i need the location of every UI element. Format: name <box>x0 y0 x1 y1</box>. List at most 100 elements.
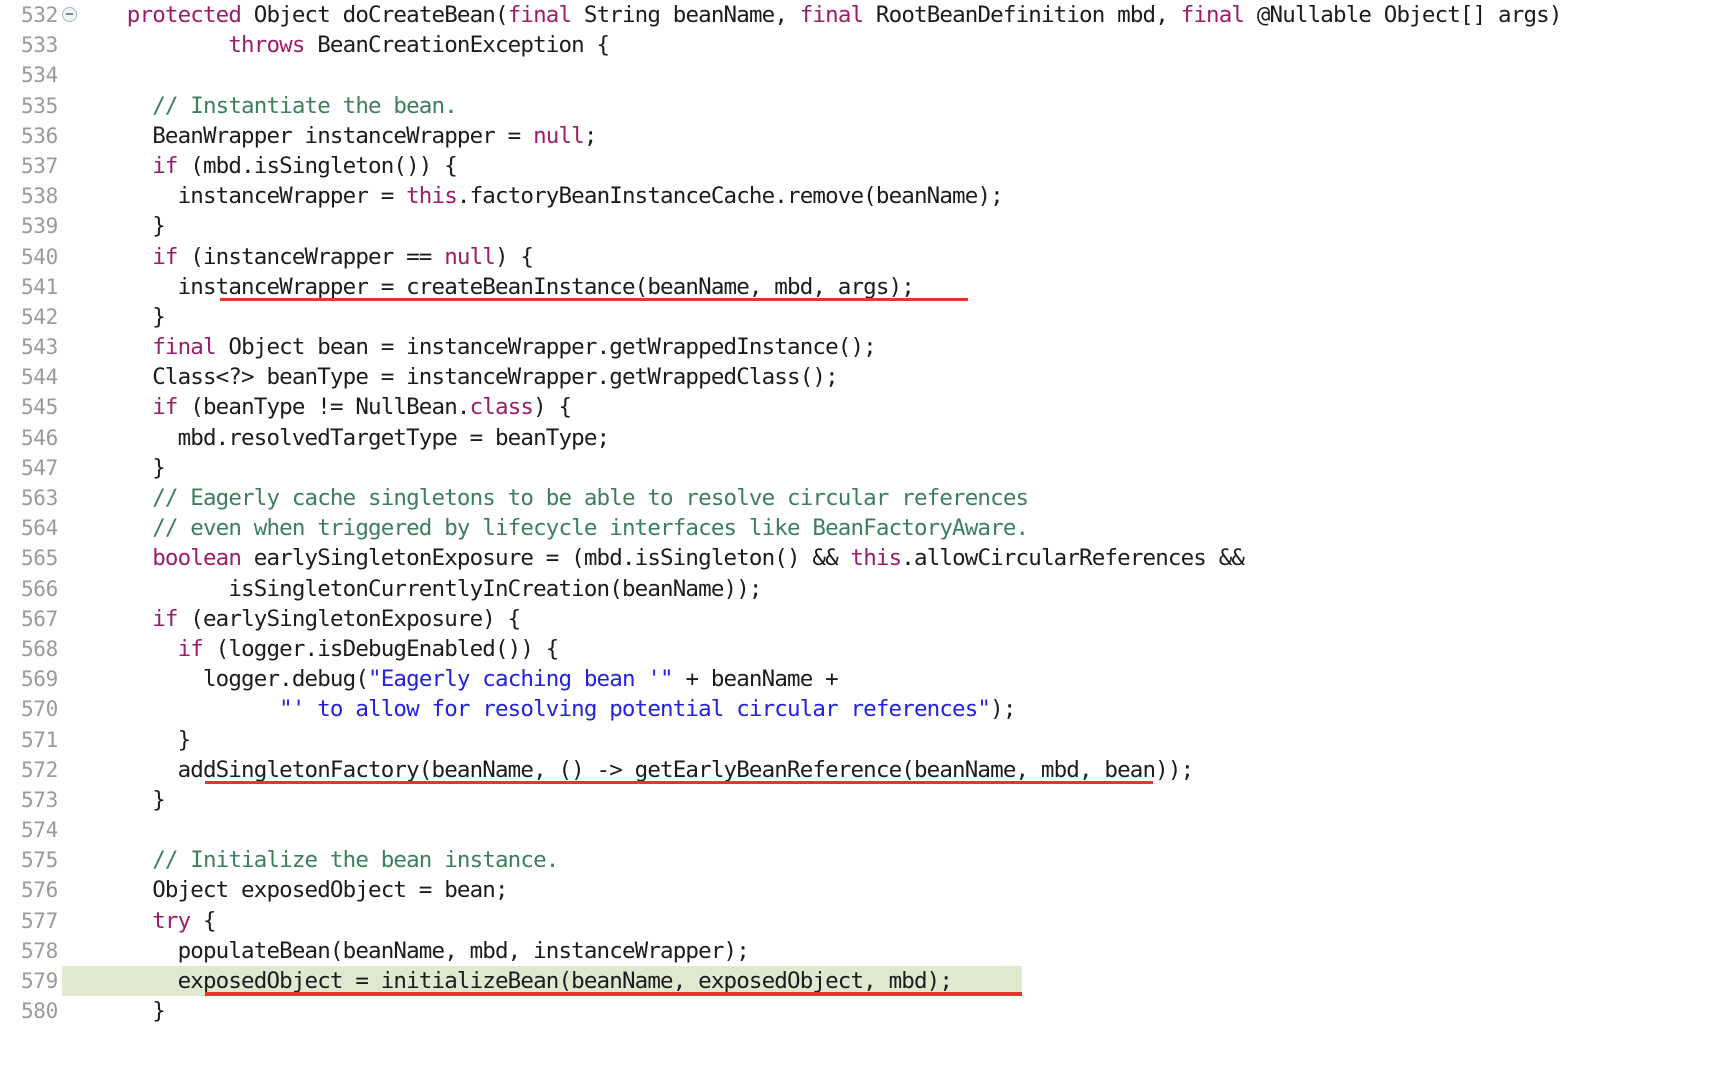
line-number: 569 <box>20 667 58 692</box>
code-text[interactable]: } <box>76 302 1712 332</box>
code-line[interactable]: 545 if (beanType != NullBean.class) { <box>0 392 1712 422</box>
code-line[interactable]: 532 protected Object doCreateBean(final … <box>0 0 1712 30</box>
code-text[interactable]: } <box>76 996 1712 1026</box>
token-cm: // Instantiate the bean. <box>152 92 458 119</box>
code-line[interactable]: 574 <box>0 815 1712 845</box>
code-text[interactable]: if (earlySingletonExposure) { <box>76 604 1712 634</box>
code-line[interactable]: 544 Class<?> beanType = instanceWrapper.… <box>0 362 1712 392</box>
line-number: 577 <box>20 908 58 933</box>
code-tokens: "' to allow for resolving potential circ… <box>76 696 1016 722</box>
code-line[interactable]: 576 Object exposedObject = bean; <box>0 875 1712 905</box>
code-line[interactable]: 539 } <box>0 211 1712 241</box>
code-line[interactable]: 540 if (instanceWrapper == null) { <box>0 242 1712 272</box>
token-pln: ) { <box>495 243 534 270</box>
code-line[interactable]: 563 // Eagerly cache singletons to be ab… <box>0 483 1712 513</box>
code-line[interactable]: 566 isSingletonCurrentlyInCreation(beanN… <box>0 574 1712 604</box>
code-lines-container: 532 protected Object doCreateBean(final … <box>0 0 1712 1026</box>
code-text[interactable]: logger.debug("Eagerly caching bean '" + … <box>76 664 1712 694</box>
code-line[interactable]: 570 "' to allow for resolving potential … <box>0 694 1712 724</box>
code-line[interactable]: 538 instanceWrapper = this.factoryBeanIn… <box>0 181 1712 211</box>
code-text[interactable]: Object exposedObject = bean; <box>76 875 1712 905</box>
code-line[interactable]: 577 try { <box>0 906 1712 936</box>
code-text[interactable]: } <box>76 211 1712 241</box>
code-text[interactable]: populateBean(beanName, mbd, instanceWrap… <box>76 936 1712 966</box>
code-line[interactable]: 565 boolean earlySingletonExposure = (mb… <box>0 543 1712 573</box>
code-line[interactable]: 542 } <box>0 302 1712 332</box>
code-text[interactable]: exposedObject = initializeBean(beanName,… <box>76 966 1712 996</box>
code-line[interactable]: 564 // even when triggered by lifecycle … <box>0 513 1712 543</box>
line-number: 535 <box>20 93 58 118</box>
code-text[interactable]: if (beanType != NullBean.class) { <box>76 392 1712 422</box>
code-text[interactable]: Class<?> beanType = instanceWrapper.getW… <box>76 362 1712 392</box>
token-kw: final <box>1180 2 1257 28</box>
code-line[interactable]: 534 <box>0 60 1712 90</box>
code-text[interactable]: // Initialize the bean instance. <box>76 845 1712 875</box>
code-text[interactable]: BeanWrapper instanceWrapper = null; <box>76 121 1712 151</box>
code-text[interactable]: instanceWrapper = this.factoryBeanInstan… <box>76 181 1712 211</box>
code-line[interactable]: 547 } <box>0 453 1712 483</box>
collapse-minus-circle-icon[interactable] <box>62 7 77 22</box>
code-tokens: isSingletonCurrentlyInCreation(beanName)… <box>76 576 762 602</box>
red-underline-annotation <box>205 780 1153 785</box>
code-line[interactable]: 572 addSingletonFactory(beanName, () -> … <box>0 755 1712 785</box>
code-line[interactable]: 536 BeanWrapper instanceWrapper = null; <box>0 121 1712 151</box>
code-text[interactable]: "' to allow for resolving potential circ… <box>76 694 1712 724</box>
token-pln: } <box>152 454 166 481</box>
code-line[interactable]: 543 final Object bean = instanceWrapper.… <box>0 332 1712 362</box>
code-tokens: } <box>76 787 166 813</box>
code-text[interactable]: final Object bean = instanceWrapper.getW… <box>76 332 1712 362</box>
code-line[interactable]: 535 // Instantiate the bean. <box>0 91 1712 121</box>
code-text[interactable]: } <box>76 453 1712 483</box>
line-number: 538 <box>20 184 58 209</box>
code-text[interactable]: if (logger.isDebugEnabled()) { <box>76 634 1712 664</box>
code-tokens: final Object bean = instanceWrapper.getW… <box>76 334 877 360</box>
code-text[interactable]: // Eagerly cache singletons to be able t… <box>76 483 1712 513</box>
code-text[interactable]: if (mbd.isSingleton()) { <box>76 151 1712 181</box>
token-pln: ); <box>990 696 1016 723</box>
code-text[interactable]: } <box>76 725 1712 755</box>
code-line[interactable]: 546 mbd.resolvedTargetType = beanType; <box>0 423 1712 453</box>
code-text[interactable]: instanceWrapper = createBeanInstance(bea… <box>76 272 1712 302</box>
code-line[interactable]: 568 if (logger.isDebugEnabled()) { <box>0 634 1712 664</box>
code-text[interactable]: // even when triggered by lifecycle inte… <box>76 513 1712 543</box>
code-text[interactable]: isSingletonCurrentlyInCreation(beanName)… <box>76 574 1712 604</box>
code-text[interactable]: try { <box>76 906 1712 936</box>
code-editor-view[interactable]: 532 protected Object doCreateBean(final … <box>0 0 1712 1086</box>
code-text[interactable]: addSingletonFactory(beanName, () -> getE… <box>76 755 1712 785</box>
code-text[interactable]: } <box>76 785 1712 815</box>
line-number: 574 <box>20 818 58 843</box>
line-number: 573 <box>20 787 58 812</box>
code-line[interactable]: 541 instanceWrapper = createBeanInstance… <box>0 272 1712 302</box>
token-pln: } <box>152 213 166 240</box>
token-pln: (earlySingletonExposure) { <box>190 605 521 632</box>
code-text[interactable]: throws BeanCreationException { <box>76 30 1712 60</box>
code-line[interactable]: 571 } <box>0 725 1712 755</box>
token-kw: final <box>799 2 876 28</box>
code-line[interactable]: 580 } <box>0 996 1712 1026</box>
code-line[interactable]: 569 logger.debug("Eagerly caching bean '… <box>0 664 1712 694</box>
code-line[interactable]: 575 // Initialize the bean instance. <box>0 845 1712 875</box>
code-line[interactable]: 573 } <box>0 785 1712 815</box>
code-text[interactable]: if (instanceWrapper == null) { <box>76 242 1712 272</box>
code-text[interactable]: mbd.resolvedTargetType = beanType; <box>76 423 1712 453</box>
code-line[interactable]: 533 throws BeanCreationException { <box>0 30 1712 60</box>
code-text[interactable]: boolean earlySingletonExposure = (mbd.is… <box>76 543 1712 573</box>
code-line[interactable]: 567 if (earlySingletonExposure) { <box>0 604 1712 634</box>
token-pln: (logger.isDebugEnabled()) { <box>215 635 560 662</box>
code-text[interactable]: // Instantiate the bean. <box>76 91 1712 121</box>
token-cm: // even when triggered by lifecycle inte… <box>152 515 1029 542</box>
code-line[interactable]: 579 exposedObject = initializeBean(beanN… <box>0 966 1712 997</box>
code-line[interactable]: 537 if (mbd.isSingleton()) { <box>0 151 1712 181</box>
token-kw: null <box>533 122 585 149</box>
code-text[interactable]: protected Object doCreateBean(final Stri… <box>76 0 1712 30</box>
code-line[interactable]: 578 populateBean(beanName, mbd, instance… <box>0 936 1712 966</box>
